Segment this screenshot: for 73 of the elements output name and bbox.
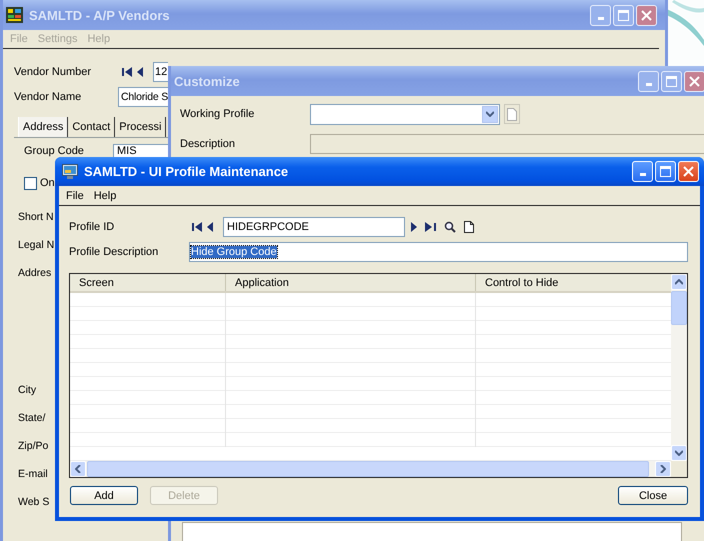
close-button[interactable] [684,70,704,92]
field-label: State/ [18,412,46,426]
scroll-up-button[interactable] [671,274,687,290]
minimize-icon [646,82,652,86]
working-profile-dropdown[interactable] [310,104,500,124]
field-label: City [18,384,36,398]
field-label: Zip/Po [18,440,48,454]
scroll-right-button[interactable] [655,461,671,477]
field-label: Addres [18,267,52,281]
field-label: Profile ID [69,221,116,233]
close-icon [689,76,700,86]
caret-up-icon [675,279,683,285]
tab[interactable]: Contact [68,117,116,137]
column-header[interactable]: Screen [70,274,226,291]
text-field[interactable] [182,522,682,541]
tab[interactable]: Address [18,117,68,137]
field-label: Web S [18,496,50,510]
previous-icon[interactable] [207,222,213,232]
column-header[interactable]: Application [226,274,476,291]
caret-down-icon [675,450,683,456]
field-label: Group Code [24,145,85,157]
field-label: Short N [18,211,54,225]
minimize-icon [640,173,646,176]
window-title: SAMLTD - UI Profile Maintenance [84,164,290,179]
menu-item[interactable]: File [61,190,89,202]
caret-right-icon [660,465,666,473]
dropdown-button[interactable] [482,106,498,122]
first-icon[interactable] [122,67,133,77]
last-icon[interactable] [425,222,436,232]
scroll-thumb[interactable] [671,291,687,325]
field-label: Profile Description [69,246,160,258]
previous-icon[interactable] [137,67,143,77]
vertical-scrollbar[interactable] [671,274,687,461]
maximize-icon [618,10,629,20]
first-icon[interactable] [192,222,203,232]
maximize-icon [666,76,677,86]
action-button[interactable]: Close [618,486,688,505]
new-document-icon[interactable] [464,221,474,233]
checkbox[interactable] [24,176,37,190]
caret-left-icon [75,465,81,473]
profile-description-field[interactable]: Hide Group Code [189,242,688,262]
maximize-icon [660,166,671,177]
menu-item[interactable]: Help [88,190,122,202]
scroll-down-button[interactable] [671,445,687,461]
close-icon [683,166,694,177]
close-icon [641,10,652,20]
minimize-icon [598,16,604,20]
search-icon[interactable] [444,221,456,233]
new-profile-button[interactable] [504,104,520,124]
vendor-number-field[interactable]: 12 [153,62,168,82]
next-icon[interactable] [411,222,417,232]
caret-icon [486,111,494,117]
scroll-left-button[interactable] [70,461,86,477]
scrollbar-corner [671,461,687,477]
field-label: E-mail [18,468,48,482]
field-label: Vendor Name [14,91,82,103]
group-code-field[interactable]: MIS [113,144,168,157]
column-header[interactable]: Control to Hide [476,274,671,291]
field-label: Vendor Number [14,66,92,78]
field-label: Description [180,138,236,150]
tab[interactable]: Processi [115,117,166,137]
close-button[interactable] [636,4,657,26]
action-button[interactable]: Add [70,486,138,505]
description-field[interactable] [310,134,704,154]
new-document-icon [507,108,517,120]
profile-id-field[interactable]: HIDEGRPCODE [223,217,405,237]
window-title: SAMLTD - A/P Vendors [29,8,171,22]
field-label: Working Profile [180,108,256,120]
checkbox-label: On [40,177,55,189]
window-title: Customize [174,74,241,88]
monitor-icon [62,164,78,179]
app-icon [6,7,23,23]
field-label: Legal N [18,239,54,253]
